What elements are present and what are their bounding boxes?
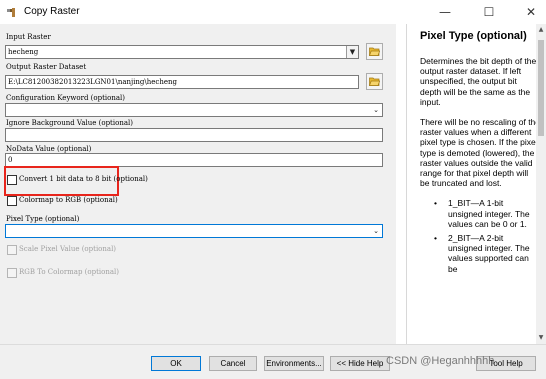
ok-button[interactable]: OK xyxy=(151,356,201,371)
output-raster-value: E:\LC81200382013223LGN01\nanjing\hecheng xyxy=(8,78,177,86)
scrollbar-thumb[interactable] xyxy=(538,40,544,136)
folder-open-icon xyxy=(369,77,380,86)
help-list-item: 1_BIT—A 1-bit unsigned integer. The valu… xyxy=(434,198,540,229)
pixel-type-label: Pixel Type (optional) xyxy=(6,215,80,223)
folder-open-icon xyxy=(369,47,380,56)
help-paragraph: Determines the bit depth of the output r… xyxy=(420,56,537,107)
title-bar: Copy Raster — ☐ ✕ xyxy=(0,0,546,24)
help-list: 1_BIT—A 1-bit unsigned integer. The valu… xyxy=(420,198,540,273)
config-keyword-combobox[interactable]: ⌄ xyxy=(5,103,383,117)
cancel-button[interactable]: Cancel xyxy=(209,356,257,371)
help-list-item: 2_BIT—A 2-bit unsigned integer. The valu… xyxy=(434,233,540,274)
pixel-type-combobox[interactable]: ⌄ xyxy=(5,224,383,238)
minimize-button[interactable]: — xyxy=(432,2,458,22)
chevron-down-icon[interactable]: ⌄ xyxy=(370,225,382,237)
scale-pixel-checkbox[interactable] xyxy=(7,245,17,255)
help-title: Pixel Type (optional) xyxy=(420,30,527,42)
input-raster-combobox[interactable]: hecheng ▼ xyxy=(5,45,359,59)
chevron-down-icon[interactable]: ▼ xyxy=(346,46,358,58)
rgb-colormap-checkbox[interactable] xyxy=(7,268,17,278)
nodata-value: 0 xyxy=(8,156,13,164)
rgb-colormap-label: RGB To Colormap (optional) xyxy=(19,268,120,276)
help-pane: Pixel Type (optional) Determines the bit… xyxy=(406,24,546,344)
chevron-down-icon[interactable]: ⌄ xyxy=(370,104,382,116)
output-raster-field[interactable]: E:\LC81200382013223LGN01\nanjing\hecheng xyxy=(5,75,359,89)
help-body: Determines the bit depth of the output r… xyxy=(420,56,540,278)
environments-button[interactable]: Environments... xyxy=(264,356,324,371)
window-title: Copy Raster xyxy=(24,6,80,17)
nodata-label: NoData Value (optional) xyxy=(6,145,92,153)
output-raster-browse-button[interactable] xyxy=(366,73,383,90)
footer-bar: OK Cancel Environments... << Hide Help T… xyxy=(0,344,546,379)
colormap-rgb-checkbox[interactable] xyxy=(7,196,17,206)
colormap-rgb-label: Colormap to RGB (optional) xyxy=(19,196,118,204)
help-scrollbar[interactable]: ▲ ▼ xyxy=(536,24,546,344)
ignore-background-label: Ignore Background Value (optional) xyxy=(6,119,133,127)
config-keyword-label: Configuration Keyword (optional) xyxy=(6,94,125,102)
hide-help-button[interactable]: << Hide Help xyxy=(330,356,390,371)
convert-1bit-label: Convert 1 bit data to 8 bit (optional) xyxy=(19,175,148,183)
convert-1bit-checkbox[interactable] xyxy=(7,175,17,185)
input-raster-browse-button[interactable] xyxy=(366,43,383,60)
nodata-field[interactable]: 0 xyxy=(5,153,383,167)
watermark-text: CSDN @Heganhhhhh xyxy=(386,355,495,367)
input-raster-label: Input Raster xyxy=(6,33,51,41)
ignore-background-field[interactable] xyxy=(5,128,383,142)
scale-pixel-label: Scale Pixel Value (optional) xyxy=(19,245,117,253)
close-button[interactable]: ✕ xyxy=(518,2,544,22)
scroll-down-icon[interactable]: ▼ xyxy=(536,332,546,344)
hammer-tool-icon xyxy=(7,8,15,17)
output-raster-label: Output Raster Dataset xyxy=(6,63,87,71)
help-paragraph: There will be no rescaling of the raster… xyxy=(420,117,541,189)
parameters-pane: Input Raster hecheng ▼ Output Raster Dat… xyxy=(0,24,396,344)
scroll-up-icon[interactable]: ▲ xyxy=(536,24,546,36)
maximize-button[interactable]: ☐ xyxy=(476,2,502,22)
input-raster-value: hecheng xyxy=(8,48,39,56)
